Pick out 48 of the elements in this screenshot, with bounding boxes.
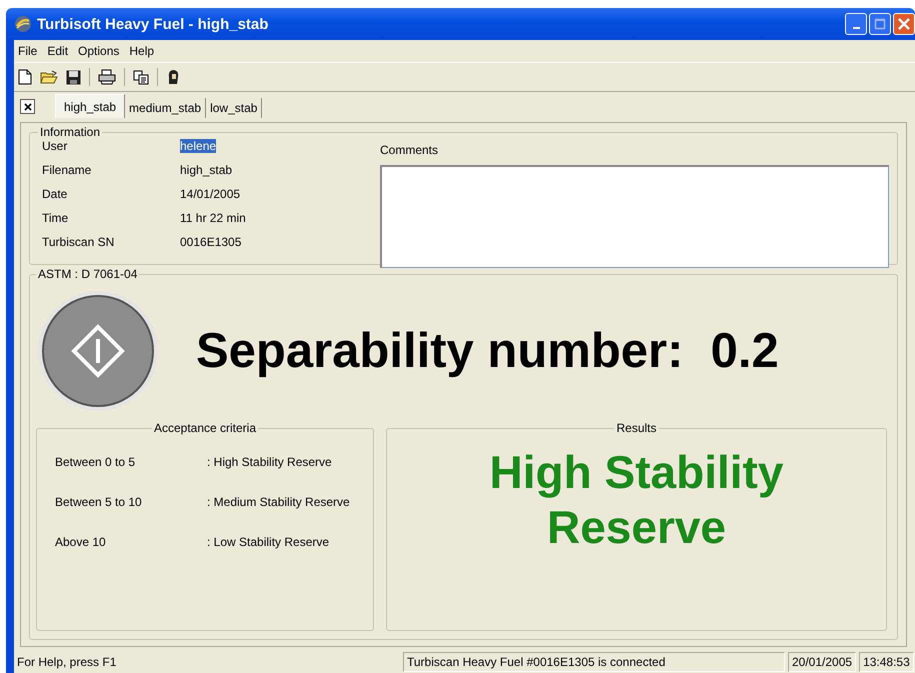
app-logo-icon [14,15,32,33]
result-text: High Stability Reserve [488,445,784,556]
criteria-meaning: : Medium Stability Reserve [207,495,351,509]
field-label: Time [42,211,70,225]
menu-item[interactable]: Options [78,44,120,58]
criteria-range: Between 5 to 10 [55,495,143,509]
criteria-meaning: : Low Stability Reserve [207,535,330,549]
minimize-icon [852,27,860,29]
criteria-range: Above 10 [55,535,107,549]
field-label: User [42,139,68,153]
menu-item[interactable]: Help [129,44,154,58]
menu-item[interactable]: Edit [47,44,68,58]
close-icon [897,17,911,31]
menu-item[interactable]: File [18,44,38,58]
status-time: 13:48:53 [859,652,914,672]
field-value: 0016E1305 [180,235,242,249]
close-icon [24,102,32,110]
field-label: Filename [42,163,92,177]
printer-icon[interactable] [98,69,116,85]
group-title: Information [39,125,102,139]
comments-label: Comments [380,143,440,157]
field-value: helene [180,139,216,153]
close-tab-button[interactable] [20,99,35,114]
field-label: Date [42,187,68,201]
criteria-meaning: : High Stability Reserve [207,455,333,469]
close-button[interactable] [893,13,915,35]
maximize-button[interactable] [869,13,891,35]
copy-icon[interactable] [133,70,149,84]
group-title: Results [615,421,658,435]
folder-icon[interactable] [40,70,58,84]
field-label: Turbiscan SN [42,235,116,249]
status-connection: Turbiscan Heavy Fuel #0016E1305 is connected [403,652,785,672]
status-date: 20/01/2005 [788,652,856,672]
diamond-button-icon[interactable] [36,289,160,413]
field-value: 14/01/2005 [180,187,240,201]
maximize-icon [874,18,886,30]
new-file-icon[interactable] [18,69,32,85]
field-value: 11 hr 22 min [180,211,246,225]
separability-number: Separability number: 0.2 [196,323,779,379]
status-help: For Help, press F1 [16,654,118,671]
comments-field[interactable] [380,165,889,268]
group-title: Acceptance criteria [152,421,258,435]
field-value: high_stab [180,163,232,177]
document-tab[interactable]: high_stab [55,94,126,118]
minimize-button[interactable] [845,13,867,35]
criteria-range: Between 0 to 5 [55,455,136,469]
group-title: ASTM : D 7061-04 [37,267,138,281]
window-title: Turbisoft Heavy Fuel - high_stab [37,16,268,32]
